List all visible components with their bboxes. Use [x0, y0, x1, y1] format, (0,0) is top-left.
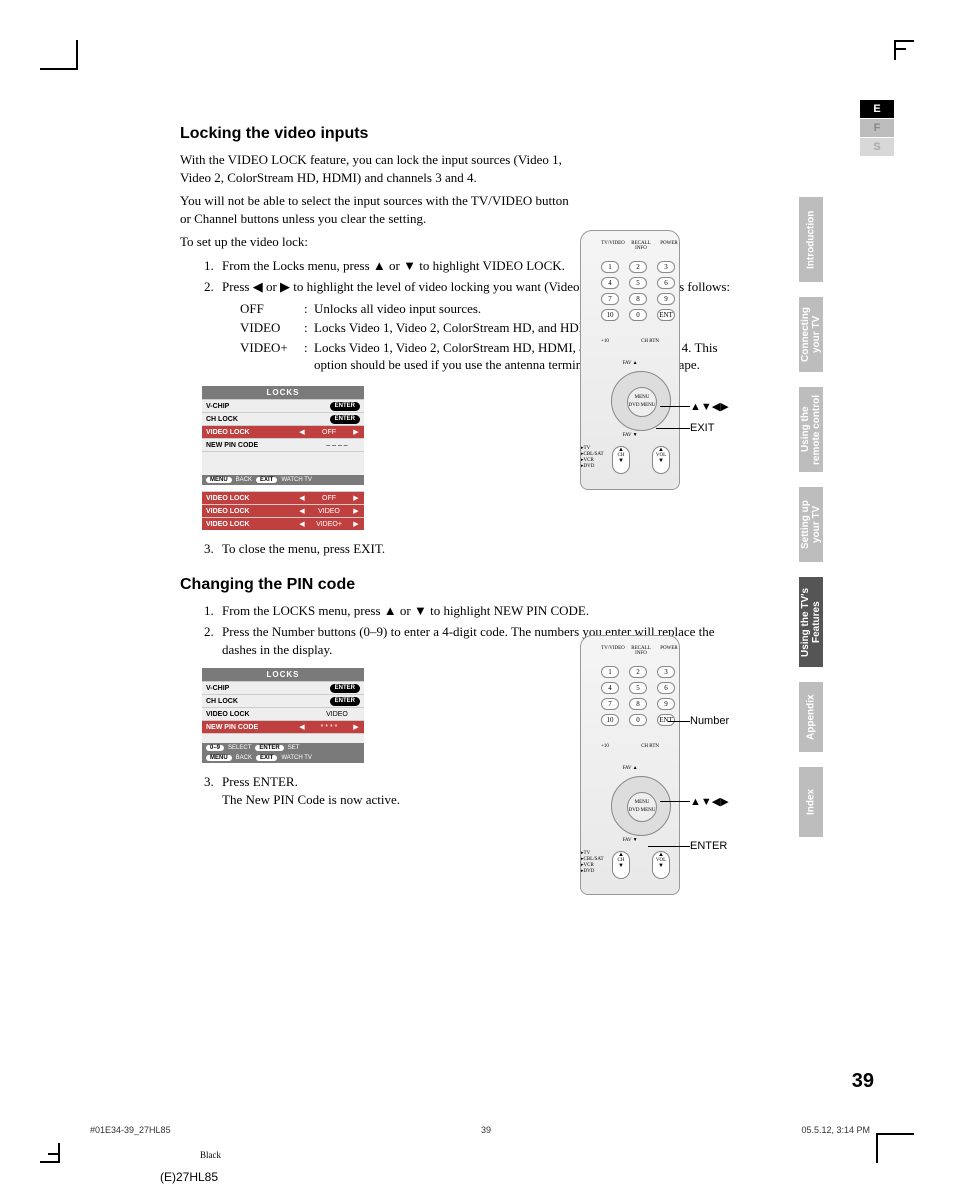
crop-mark [876, 1133, 894, 1163]
tab-introduction: Introduction [799, 197, 823, 282]
page-number: 39 [852, 1070, 874, 1093]
num-9: 9 [657, 293, 675, 305]
num-4: 4 [601, 277, 619, 289]
callout-number: Number [690, 715, 729, 727]
def-off-term: OFF [240, 300, 304, 318]
num-1: 1 [601, 261, 619, 273]
pin-step-3b: The New PIN Code is now active. [222, 792, 400, 807]
footer-timestamp: 05.5.12, 3:14 PM [801, 1125, 870, 1135]
step-3: To close the menu, press EXIT. [222, 540, 740, 558]
num-6: 6 [657, 277, 675, 289]
tab-connecting: Connecting your TV [799, 297, 823, 372]
footer-black: Black [200, 1150, 221, 1160]
num-10: 10 [601, 309, 619, 321]
dpad: MENUDVD MENU [611, 776, 671, 836]
crop-mark [60, 40, 78, 70]
paragraph: With the VIDEO LOCK feature, you can loc… [180, 151, 570, 186]
pin-step-1: From the LOCKS menu, press ▲ or ▼ to hig… [222, 602, 740, 620]
callout-arrows: ▲▼◀▶ [690, 400, 729, 413]
num-2: 2 [629, 261, 647, 273]
num-8: 8 [629, 293, 647, 305]
footer-file: #01E34-39_27HL85 [90, 1125, 171, 1135]
side-tabs: E F S Introduction Connecting your TV Us… [799, 100, 894, 852]
crop-mark [48, 1143, 60, 1155]
callout-enter: ENTER [690, 840, 727, 852]
num-7: 7 [601, 293, 619, 305]
vol-button: ▲VOL▼ [652, 446, 670, 474]
callout-arrows: ▲▼◀▶ [690, 795, 729, 808]
def-videoplus-term: VIDEO+ [240, 339, 304, 374]
tab-index: Index [799, 767, 823, 837]
crop-mark [894, 48, 906, 60]
locks-menu-2: LOCKS V-CHIPENTER CH LOCKENTER VIDEO LOC… [202, 668, 364, 763]
heading-locking: Locking the video inputs [180, 125, 740, 143]
menu-button: MENUDVD MENU [627, 387, 657, 417]
num-0: 0 [629, 309, 647, 321]
menu-header: LOCKS [202, 668, 364, 681]
ch-button: ▲CH▼ [612, 446, 630, 474]
tab-features: Using the TV's Features [799, 577, 823, 667]
footer-page: 39 [481, 1125, 491, 1135]
tab-remote: Using the remote control [799, 387, 823, 472]
lang-tab-f: F [860, 119, 894, 137]
lang-tab-e: E [860, 100, 894, 118]
menu-header: LOCKS [202, 386, 364, 399]
ent-button: ENT [657, 309, 675, 321]
num-5: 5 [629, 277, 647, 289]
locks-menu-1: LOCKS V-CHIPENTER CH LOCKENTER VIDEO LOC… [202, 386, 364, 530]
num-3: 3 [657, 261, 675, 273]
doc-code: (E)27HL85 [160, 1170, 218, 1184]
remote-illustration-1: TV/VIDEO RECALLINFO POWER 123 456 789 10… [570, 230, 710, 490]
paragraph: You will not be able to select the input… [180, 192, 570, 227]
heading-pin: Changing the PIN code [180, 576, 740, 594]
def-video-term: VIDEO [240, 319, 304, 337]
callout-exit: EXIT [690, 422, 714, 434]
pin-step-3a: Press ENTER. [222, 774, 298, 789]
tab-appendix: Appendix [799, 682, 823, 752]
lang-tab-s: S [860, 138, 894, 156]
remote-illustration-2: TV/VIDEO RECALLINFO POWER 123 456 789 10… [570, 635, 710, 895]
footer: #01E34-39_27HL85 39 05.5.12, 3:14 PM [90, 1125, 870, 1135]
dpad: MENUDVD MENU [611, 371, 671, 431]
tab-setup: Setting up your TV [799, 487, 823, 562]
